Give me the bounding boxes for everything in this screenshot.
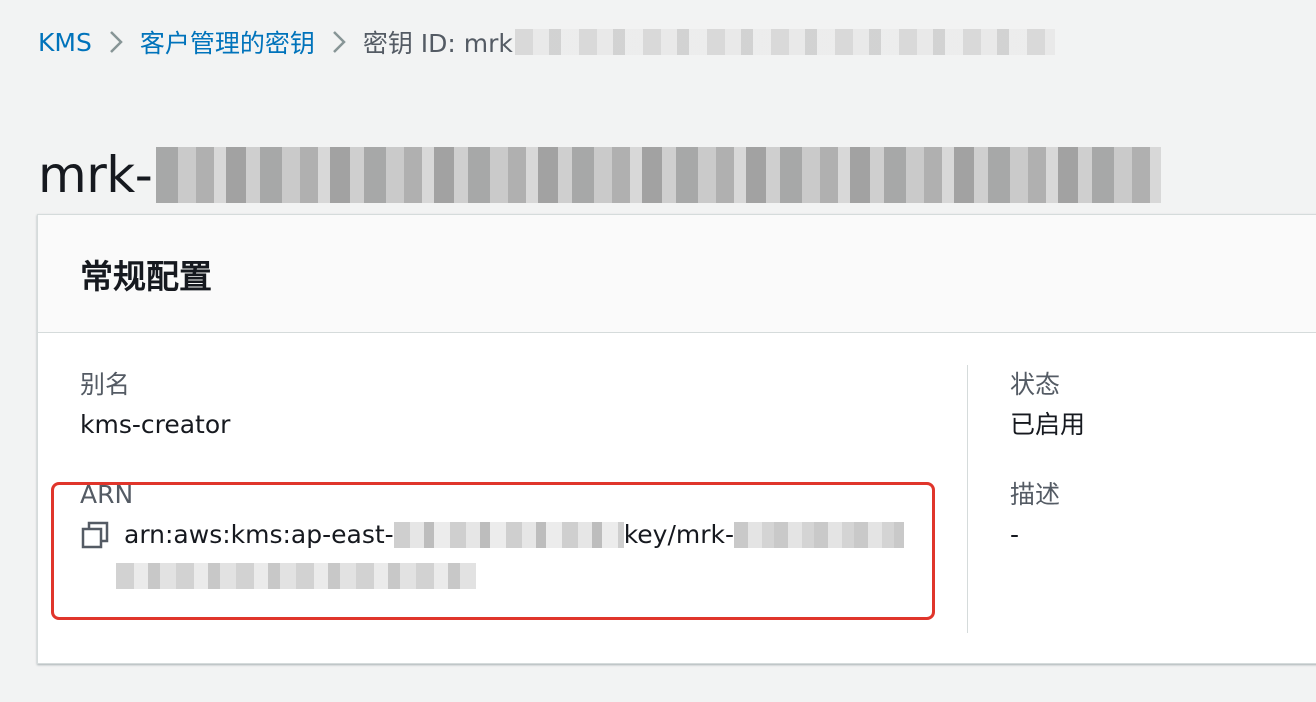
breadcrumb-kms[interactable]: KMS	[38, 28, 92, 57]
description-field: 描述 -	[1010, 475, 1310, 555]
panel-right-column: 状态 已启用 描述 -	[1010, 365, 1310, 585]
column-divider	[967, 365, 968, 633]
status-value: 已启用	[1010, 410, 1086, 439]
breadcrumb-customer-managed-keys[interactable]: 客户管理的密钥	[140, 24, 315, 60]
arn-value-middle: key/mrk-	[623, 520, 735, 549]
breadcrumb: KMS 客户管理的密钥 密钥 ID: mrk	[38, 22, 1055, 62]
redacted-key-title	[156, 146, 1162, 203]
general-config-panel: 常规配置 别名 kms-creator ARN arn:aws:kms:ap-e…	[37, 214, 1316, 664]
arn-value-row: arn:aws:kms:ap-east- key/mrk-	[80, 515, 960, 555]
page-title-prefix: mrk-	[38, 145, 153, 204]
redacted-arn-key	[734, 522, 905, 548]
arn-value-start: arn:aws:kms:ap-east-	[124, 520, 394, 549]
panel-left-column: 别名 kms-creator ARN arn:aws:kms:ap-east- …	[80, 365, 960, 619]
alias-field: 别名 kms-creator	[80, 365, 960, 445]
chevron-right-icon	[315, 22, 363, 62]
breadcrumb-current-key-id: 密钥 ID: mrk	[362, 29, 513, 58]
status-field: 状态 已启用	[1010, 365, 1310, 445]
description-value: -	[1010, 520, 1020, 549]
panel-title: 常规配置	[80, 256, 212, 296]
alias-value: kms-creator	[80, 410, 231, 439]
copy-icon[interactable]	[80, 520, 110, 550]
status-label: 状态	[1010, 370, 1061, 399]
redacted-arn-continuation	[116, 563, 476, 589]
panel-header: 常规配置	[38, 215, 1316, 333]
redacted-arn-account	[393, 522, 624, 548]
redacted-key-id	[514, 29, 1055, 55]
arn-label: ARN	[80, 480, 134, 509]
alias-label: 别名	[80, 370, 131, 399]
chevron-right-icon	[92, 22, 140, 62]
page-title: mrk-	[38, 145, 1162, 204]
description-label: 描述	[1010, 480, 1061, 509]
arn-field: ARN arn:aws:kms:ap-east- key/mrk-	[80, 475, 960, 589]
